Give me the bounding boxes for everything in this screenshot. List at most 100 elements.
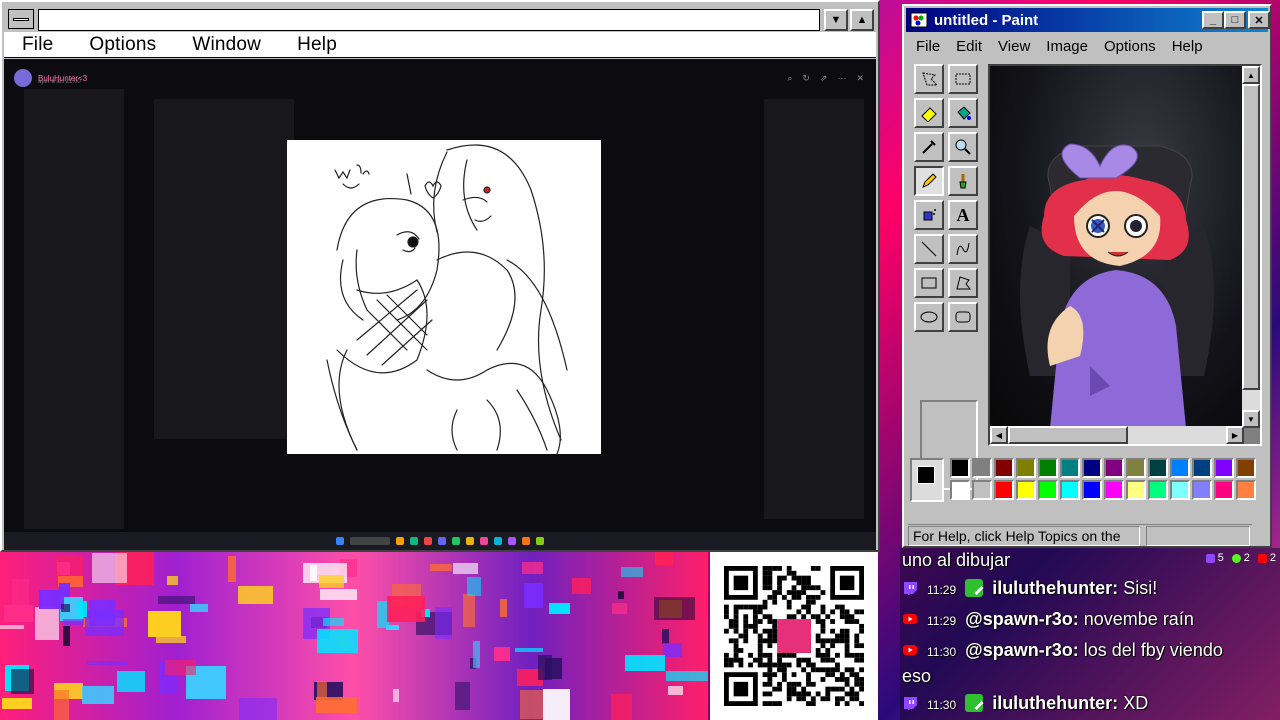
- palette-swatch[interactable]: [950, 458, 970, 478]
- qr-module: [801, 590, 807, 595]
- close-icon[interactable]: ✕: [856, 73, 864, 84]
- fill-bucket-icon[interactable]: [948, 98, 978, 128]
- eraser-icon[interactable]: [914, 98, 944, 128]
- pixel-block: [320, 589, 357, 600]
- rotate-icon[interactable]: ↻: [802, 73, 810, 84]
- palette-swatch[interactable]: [1192, 458, 1212, 478]
- palette-swatch[interactable]: [1060, 458, 1080, 478]
- palette-swatch[interactable]: [1148, 480, 1168, 500]
- palette-swatch[interactable]: [1104, 480, 1124, 500]
- palette-swatch[interactable]: [1082, 480, 1102, 500]
- app-icon[interactable]: [536, 537, 544, 545]
- palette-swatch[interactable]: [994, 458, 1014, 478]
- horizontal-scrollbar[interactable]: ◀ ▶: [990, 426, 1244, 444]
- text-icon[interactable]: A: [948, 200, 978, 230]
- palette-swatch[interactable]: [1214, 480, 1234, 500]
- app-icon[interactable]: [508, 537, 516, 545]
- folder-icon[interactable]: [396, 537, 404, 545]
- qr-module: [777, 681, 782, 687]
- ellipse-icon[interactable]: [914, 302, 944, 332]
- minimize-button[interactable]: ▼: [824, 9, 848, 31]
- palette-swatch[interactable]: [1192, 480, 1212, 500]
- search-icon[interactable]: [350, 537, 390, 545]
- zoom-icon[interactable]: ⌕: [787, 73, 792, 84]
- horizontal-scroll-thumb[interactable]: [1008, 426, 1128, 444]
- vertical-scrollbar[interactable]: ▲ ▼: [1242, 66, 1260, 428]
- palette-swatch[interactable]: [1016, 480, 1036, 500]
- palette-swatch[interactable]: [1038, 458, 1058, 478]
- menu-file[interactable]: File: [4, 34, 71, 56]
- magnifier-icon[interactable]: [948, 132, 978, 162]
- palette-swatch[interactable]: [1236, 480, 1256, 500]
- paint-title-bar: untitled - Paint _ □ ✕: [906, 8, 1270, 32]
- airbrush-icon[interactable]: [914, 200, 944, 230]
- app-icon[interactable]: [522, 537, 530, 545]
- menu-window[interactable]: Window: [174, 34, 279, 56]
- rect-select-icon[interactable]: [948, 64, 978, 94]
- palette-swatch[interactable]: [1104, 458, 1124, 478]
- palette-swatch[interactable]: [1236, 458, 1256, 478]
- app-icon[interactable]: [410, 537, 418, 545]
- menu-help[interactable]: Help: [279, 34, 355, 56]
- palette-swatch[interactable]: [972, 458, 992, 478]
- paint-canvas-area[interactable]: sparco ▲ ▼ ◀ ▶: [988, 64, 1262, 446]
- qr-module: [733, 681, 749, 697]
- line-icon[interactable]: [914, 234, 944, 264]
- start-icon[interactable]: [336, 537, 344, 545]
- maximize-button[interactable]: □: [1224, 11, 1246, 29]
- pencil-icon[interactable]: [914, 166, 944, 196]
- palette-swatch[interactable]: [1170, 458, 1190, 478]
- palette-swatch[interactable]: [1126, 480, 1146, 500]
- pixel-block: [57, 562, 70, 575]
- scroll-up-icon[interactable]: ▲: [1242, 66, 1260, 84]
- free-select-icon[interactable]: [914, 64, 944, 94]
- minimize-button[interactable]: _: [1202, 11, 1224, 29]
- pixel-block: [663, 643, 682, 657]
- menu-options[interactable]: Options: [1096, 38, 1164, 55]
- palette-swatch[interactable]: [950, 480, 970, 500]
- qr-module: [839, 677, 845, 682]
- polygon-icon[interactable]: [948, 268, 978, 298]
- rounded-rect-icon[interactable]: [948, 302, 978, 332]
- qr-module: [806, 701, 811, 706]
- app-icon[interactable]: [438, 537, 446, 545]
- menu-view[interactable]: View: [990, 38, 1038, 55]
- more-icon[interactable]: ⋯: [837, 73, 846, 84]
- open-icon[interactable]: ⇗: [820, 73, 828, 84]
- scroll-down-icon[interactable]: ▼: [1242, 410, 1260, 428]
- palette-swatch[interactable]: [1148, 458, 1168, 478]
- qr-module: [752, 619, 758, 624]
- palette-swatch[interactable]: [1038, 480, 1058, 500]
- eyedropper-icon[interactable]: [914, 132, 944, 162]
- palette-swatch[interactable]: [1060, 480, 1080, 500]
- brush-icon[interactable]: [948, 166, 978, 196]
- rectangle-icon[interactable]: [914, 268, 944, 298]
- menu-help[interactable]: Help: [1164, 38, 1211, 55]
- curve-icon[interactable]: [948, 234, 978, 264]
- palette-swatch[interactable]: [994, 480, 1014, 500]
- qr-module: [772, 638, 778, 644]
- menu-options[interactable]: Options: [71, 34, 174, 56]
- menu-edit[interactable]: Edit: [948, 38, 990, 55]
- vertical-scroll-thumb[interactable]: [1242, 84, 1260, 390]
- close-button[interactable]: ✕: [1248, 11, 1270, 29]
- palette-swatch[interactable]: [1214, 458, 1234, 478]
- palette-swatch[interactable]: [1170, 480, 1190, 500]
- app-icon[interactable]: [466, 537, 474, 545]
- app-icon[interactable]: [480, 537, 488, 545]
- app-icon[interactable]: [494, 537, 502, 545]
- app-icon[interactable]: [424, 537, 432, 545]
- palette-swatch[interactable]: [1016, 458, 1036, 478]
- scroll-left-icon[interactable]: ◀: [990, 426, 1008, 444]
- app-icon[interactable]: [452, 537, 460, 545]
- pixel-block: [654, 597, 695, 620]
- menu-image[interactable]: Image: [1038, 38, 1096, 55]
- scroll-right-icon[interactable]: ▶: [1226, 426, 1244, 444]
- palette-swatch[interactable]: [1126, 458, 1146, 478]
- menu-file[interactable]: File: [908, 38, 948, 55]
- qr-module: [772, 672, 778, 678]
- palette-swatch[interactable]: [1082, 458, 1102, 478]
- system-menu-button[interactable]: [8, 9, 34, 29]
- maximize-button[interactable]: ▲: [850, 9, 874, 31]
- palette-swatch[interactable]: [972, 480, 992, 500]
